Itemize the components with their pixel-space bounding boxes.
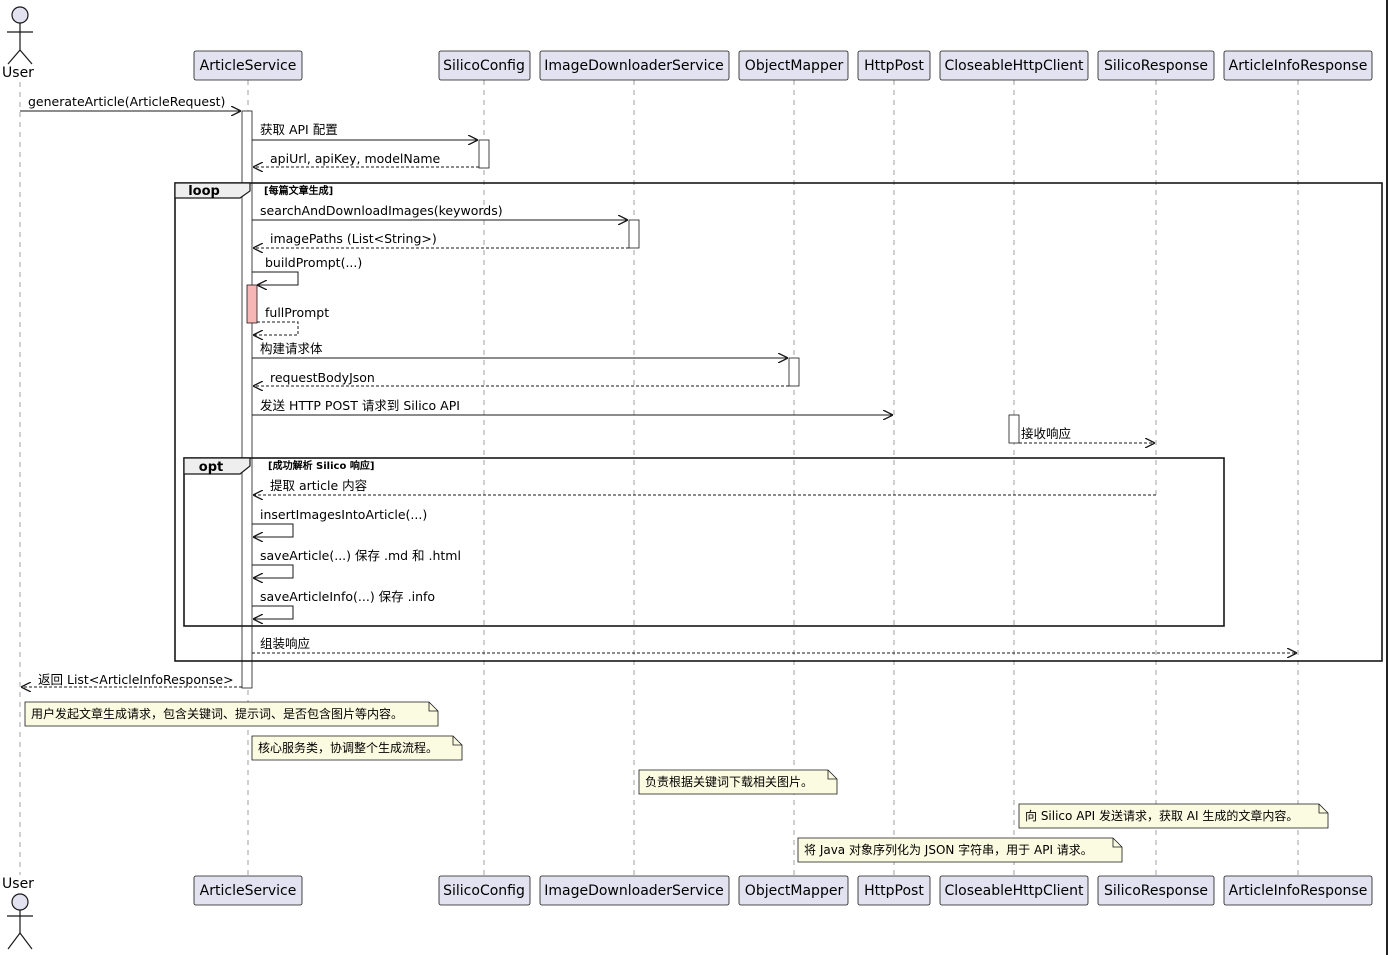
actor-user-label-bottom: User (2, 876, 34, 892)
message-label: 构建请求体 (260, 341, 323, 356)
message-save-article-info: saveArticleInfo(...) 保存 .info (252, 589, 435, 619)
message-label: 返回 List<ArticleInfoResponse> (38, 672, 234, 687)
participant-object-mapper-top: ObjectMapper (738, 50, 849, 81)
participant-silico-response-top: SilicoResponse (1097, 50, 1215, 81)
participant-article-info-response-top: ArticleInfoResponse (1223, 50, 1373, 81)
message-request-body-json-return: requestBodyJson (254, 370, 789, 386)
actor-user-label-top: User (2, 65, 34, 81)
note-image-downloader: 负责根据关键词下载相关图片。 (638, 769, 838, 795)
activation-silico-config (478, 139, 490, 169)
participant-label: SilicoConfig (443, 883, 525, 899)
participant-http-post-top: HttpPost (857, 50, 931, 81)
opt-condition: [成功解析 Silico 响应] (268, 459, 374, 472)
participant-silico-response-bottom: SilicoResponse (1097, 875, 1215, 906)
message-label: buildPrompt(...) (265, 255, 362, 270)
message-get-api-config: 获取 API 配置 (252, 122, 477, 140)
participant-closeable-http-client-top: CloseableHttpClient (939, 50, 1089, 81)
actor-user-bottom (7, 893, 33, 950)
note-text: 用户发起文章生成请求，包含关键词、提示词、是否包含图片等内容。 (31, 706, 403, 721)
message-save-article: saveArticle(...) 保存 .md 和 .html (252, 548, 461, 578)
participant-label: SilicoResponse (1104, 58, 1208, 74)
message-api-config-return: apiUrl, apiKey, modelName (254, 151, 479, 167)
participant-article-service-top: ArticleService (193, 50, 303, 81)
message-return-list: 返回 List<ArticleInfoResponse> (22, 672, 242, 687)
activation-closeable-http-client (1008, 414, 1020, 444)
message-build-request-body: 构建请求体 (252, 341, 787, 358)
message-label: requestBodyJson (270, 370, 375, 385)
participant-image-downloader-service-bottom: ImageDownloaderService (539, 875, 730, 906)
message-extract-article: 提取 article 内容 (254, 478, 1156, 495)
participant-label: ImageDownloaderService (544, 883, 724, 899)
participant-label: HttpPost (864, 58, 924, 74)
message-assemble-response: 组装响应 (252, 636, 1296, 653)
loop-keyword: loop (188, 184, 220, 199)
participant-label: ImageDownloaderService (544, 58, 724, 74)
message-label: 组装响应 (260, 636, 310, 651)
participant-object-mapper-bottom: ObjectMapper (738, 875, 849, 906)
message-label: generateArticle(ArticleRequest) (28, 94, 225, 109)
participant-http-post-bottom: HttpPost (857, 875, 931, 906)
message-label: saveArticleInfo(...) 保存 .info (260, 589, 435, 604)
participant-label: ArticleService (200, 58, 297, 74)
participant-label: CloseableHttpClient (944, 883, 1084, 899)
message-label: insertImagesIntoArticle(...) (260, 507, 427, 522)
message-label: apiUrl, apiKey, modelName (270, 151, 441, 166)
message-receive-response: 接收响应 (1019, 426, 1154, 443)
message-label: saveArticle(...) 保存 .md 和 .html (260, 548, 461, 563)
participant-label: SilicoConfig (443, 58, 525, 74)
sequence-diagram: User User ArticleService SilicoConfig Im… (2, 0, 1388, 955)
note-text: 将 Java 对象序列化为 JSON 字符串，用于 API 请求。 (804, 842, 1093, 857)
note-text: 向 Silico API 发送请求，获取 AI 生成的文章内容。 (1025, 808, 1298, 823)
note-article-service: 核心服务类，协调整个生成流程。 (251, 735, 463, 761)
message-label: 发送 HTTP POST 请求到 Silico API (260, 398, 460, 413)
participant-silico-config-top: SilicoConfig (438, 50, 531, 81)
note-user: 用户发起文章生成请求，包含关键词、提示词、是否包含图片等内容。 (24, 701, 439, 727)
message-label: 提取 article 内容 (270, 478, 367, 493)
message-send-http-post: 发送 HTTP POST 请求到 Silico API (252, 398, 892, 415)
participant-silico-config-bottom: SilicoConfig (438, 875, 531, 906)
actor-user-top (7, 6, 33, 65)
message-label: searchAndDownloadImages(keywords) (260, 203, 503, 218)
message-image-paths-return: imagePaths (List<String>) (254, 231, 629, 248)
participant-label: HttpPost (864, 883, 924, 899)
participant-label: ArticleInfoResponse (1229, 58, 1368, 74)
activation-self-build-prompt (246, 284, 258, 324)
participant-label: SilicoResponse (1104, 883, 1208, 899)
loop-condition: [每篇文章生成] (264, 184, 333, 197)
message-insert-images: insertImagesIntoArticle(...) (252, 507, 427, 537)
message-full-prompt-return: fullPrompt (254, 305, 329, 335)
note-text: 核心服务类，协调整个生成流程。 (258, 740, 438, 755)
opt-keyword: opt (199, 460, 223, 475)
message-label: 接收响应 (1021, 426, 1071, 441)
participant-label: ObjectMapper (745, 883, 844, 899)
participant-article-service-bottom: ArticleService (193, 875, 303, 906)
participant-closeable-http-client-bottom: CloseableHttpClient (939, 875, 1089, 906)
message-build-prompt: buildPrompt(...) (252, 255, 362, 285)
activation-article-service (241, 110, 253, 689)
activation-image-downloader-service (628, 219, 640, 249)
message-label: 获取 API 配置 (260, 122, 338, 137)
participant-label: ArticleInfoResponse (1229, 883, 1368, 899)
activation-object-mapper (788, 357, 800, 387)
message-label: imagePaths (List<String>) (270, 231, 437, 246)
participant-label: CloseableHttpClient (944, 58, 1084, 74)
participant-label: ObjectMapper (745, 58, 844, 74)
message-label: fullPrompt (265, 305, 329, 320)
participant-label: ArticleService (200, 883, 297, 899)
note-object-mapper: 将 Java 对象序列化为 JSON 字符串，用于 API 请求。 (797, 837, 1123, 863)
participant-image-downloader-service-top: ImageDownloaderService (539, 50, 730, 81)
note-http-client: 向 Silico API 发送请求，获取 AI 生成的文章内容。 (1018, 803, 1329, 829)
message-generate-article: generateArticle(ArticleRequest) (20, 94, 240, 111)
lifelines (19, 80, 1299, 876)
participant-article-info-response-bottom: ArticleInfoResponse (1223, 875, 1373, 906)
note-text: 负责根据关键词下载相关图片。 (645, 775, 813, 789)
message-search-download-images: searchAndDownloadImages(keywords) (252, 203, 627, 220)
